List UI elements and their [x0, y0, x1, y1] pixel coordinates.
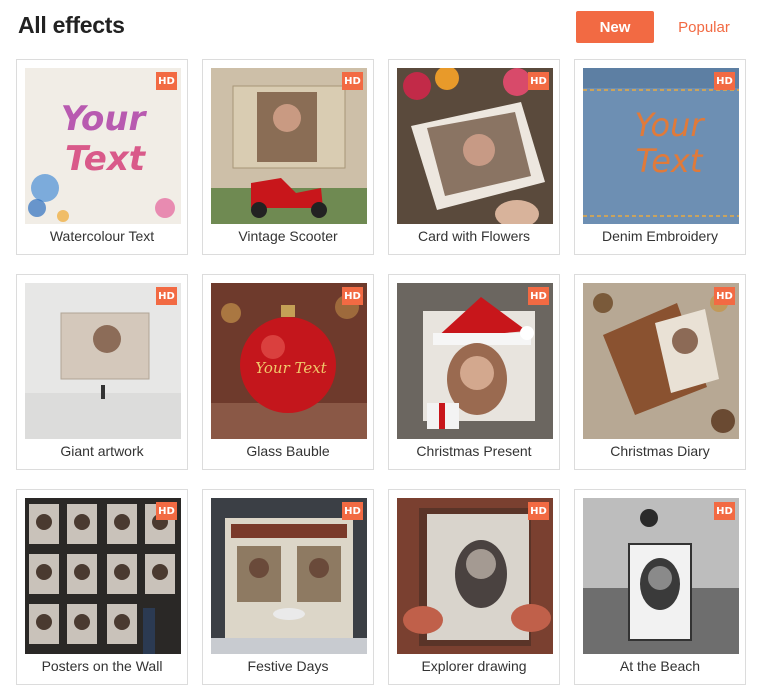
thumb-text-line1: Your — [634, 106, 705, 144]
effect-thumbnail: HD — [583, 498, 739, 654]
hd-badge: HD — [528, 72, 549, 90]
effect-card-giant-artwork[interactable]: HD Giant artwork — [16, 274, 188, 470]
hd-badge: HD — [714, 72, 735, 90]
effect-thumbnail: Your Text HD — [211, 283, 367, 439]
effect-card-card-with-flowers[interactable]: HD Card with Flowers — [388, 59, 560, 255]
hd-badge: HD — [156, 502, 177, 520]
thumb-text: Your Text — [255, 359, 327, 377]
effect-label: Card with Flowers — [417, 228, 531, 244]
sort-new-button[interactable]: New — [576, 11, 654, 43]
hd-badge: HD — [528, 502, 549, 520]
effect-label: Festive Days — [247, 658, 329, 674]
thumb-text-line2: Text — [636, 142, 704, 180]
effect-card-watercolour-text[interactable]: Your Text HD Watercolour Text — [16, 59, 188, 255]
hd-badge: HD — [714, 287, 735, 305]
effect-label: Glass Bauble — [246, 443, 330, 459]
effect-card-festive-days[interactable]: HD Festive Days — [202, 489, 374, 685]
effect-thumbnail: HD — [211, 68, 367, 224]
effect-thumbnail: Your Text HD — [583, 68, 739, 224]
effects-grid: Your Text HD Watercolour Text HD Vintage… — [16, 59, 750, 691]
effect-card-glass-bauble[interactable]: Your Text HD Glass Bauble — [202, 274, 374, 470]
effect-label: Watercolour Text — [49, 228, 155, 244]
hd-badge: HD — [156, 72, 177, 90]
effect-label: At the Beach — [619, 658, 701, 674]
effect-thumbnail: HD — [397, 283, 553, 439]
effect-thumbnail: HD — [583, 283, 739, 439]
hd-badge: HD — [528, 287, 549, 305]
thumb-text-line1: Your — [61, 99, 148, 139]
effect-label: Explorer drawing — [421, 658, 527, 674]
hd-badge: HD — [342, 72, 363, 90]
effect-card-explorer-drawing[interactable]: HD Explorer drawing — [388, 489, 560, 685]
hd-badge: HD — [342, 287, 363, 305]
page-title: All effects — [18, 12, 125, 38]
thumb-text-line2: Text — [65, 139, 147, 179]
effect-card-christmas-diary[interactable]: HD Christmas Diary — [574, 274, 746, 470]
effect-card-denim-embroidery[interactable]: Your Text HD Denim Embroidery — [574, 59, 746, 255]
hd-badge: HD — [342, 502, 363, 520]
effect-card-vintage-scooter[interactable]: HD Vintage Scooter — [202, 59, 374, 255]
effect-label: Christmas Diary — [610, 443, 710, 459]
hd-badge: HD — [156, 287, 177, 305]
effect-thumbnail: HD — [25, 498, 181, 654]
effect-label: Vintage Scooter — [238, 228, 338, 244]
effect-card-at-the-beach[interactable]: HD At the Beach — [574, 489, 746, 685]
effect-label: Giant artwork — [60, 443, 144, 459]
effect-label: Posters on the Wall — [41, 658, 163, 674]
effect-thumbnail: HD — [211, 498, 367, 654]
effect-thumbnail: HD — [25, 283, 181, 439]
hd-badge: HD — [714, 502, 735, 520]
sort-popular-link[interactable]: Popular — [666, 11, 742, 43]
effect-card-christmas-present[interactable]: HD Christmas Present — [388, 274, 560, 470]
effect-thumbnail: Your Text HD — [25, 68, 181, 224]
effect-label: Denim Embroidery — [602, 228, 718, 244]
effect-thumbnail: HD — [397, 498, 553, 654]
effect-label: Christmas Present — [416, 443, 532, 459]
effect-card-posters-on-the-wall[interactable]: HD Posters on the Wall — [16, 489, 188, 685]
effect-thumbnail: HD — [397, 68, 553, 224]
